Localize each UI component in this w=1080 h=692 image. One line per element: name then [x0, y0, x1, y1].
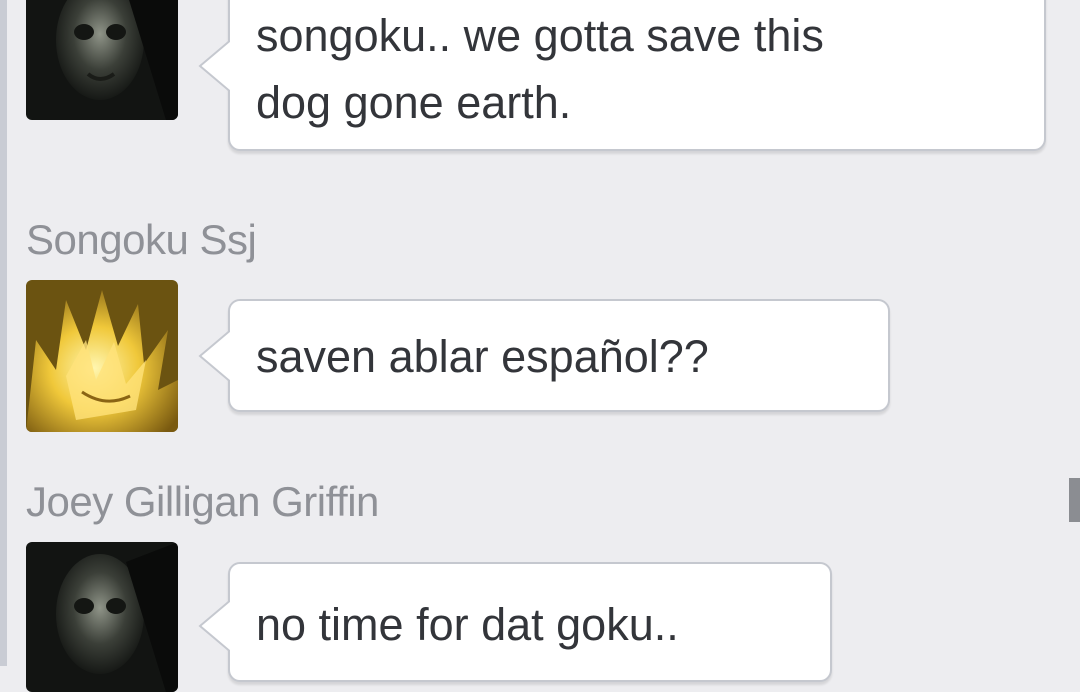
super-saiyan-avatar-icon[interactable]: [26, 280, 178, 432]
bubble-tail: [198, 597, 232, 655]
dark-skull-avatar-icon[interactable]: [26, 542, 178, 692]
sender-name[interactable]: Joey Gilligan Griffin: [26, 478, 379, 526]
message-text-line: no time for dat goku..: [256, 599, 679, 650]
message-bubble: no time for dat goku..: [198, 562, 832, 682]
message-text-line: songoku.. we gotta save this: [256, 10, 824, 61]
message-text-line: dog gone earth.: [256, 77, 572, 128]
dark-skull-avatar-icon[interactable]: [26, 0, 178, 120]
message-bubble: saven ablar español??: [198, 299, 890, 412]
scrollbar-thumb[interactable]: [1069, 478, 1080, 522]
bubble-tail: [198, 36, 232, 95]
bubble-tail: [198, 326, 232, 385]
message-bubble: songoku.. we gotta save this dog gone ea…: [198, 0, 1046, 151]
message-text-line: saven ablar español??: [256, 331, 709, 382]
sender-name[interactable]: Songoku Ssj: [26, 216, 257, 264]
chat-left-edge: [0, 0, 7, 666]
